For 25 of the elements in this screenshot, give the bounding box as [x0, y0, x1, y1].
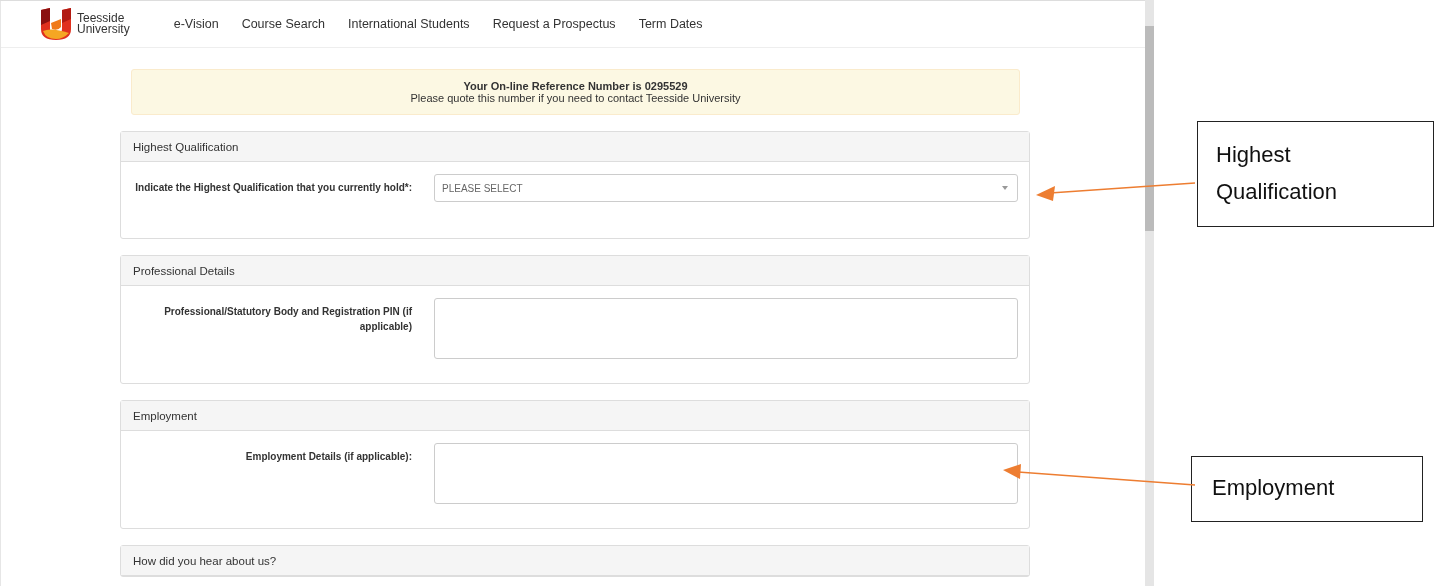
logo-text: Teesside: [77, 13, 125, 24]
select-placeholder: PLEASE SELECT: [442, 182, 523, 194]
nav-link[interactable]: Course Search: [241, 17, 325, 31]
callout-text: Employment: [1212, 474, 1336, 502]
logo-text: University: [77, 24, 130, 35]
qualification-select[interactable]: PLEASE SELECT: [434, 174, 1018, 202]
nav-link[interactable]: International Students: [348, 17, 470, 31]
caret-icon: [1002, 186, 1008, 190]
nav-link[interactable]: e-Vision: [173, 17, 219, 31]
text-area[interactable]: [434, 443, 1018, 504]
panel-title: Highest Qualification: [133, 140, 239, 153]
panel-title: Professional Details: [133, 264, 235, 277]
panel-title: Employment: [133, 409, 197, 422]
callout-text: Highest Qualification: [1216, 141, 1339, 206]
field-label: Professional/Statutory Body and Registration PIN (if applicable): [163, 305, 412, 334]
panel-title: How did you hear about us?: [133, 554, 277, 567]
reference-number: Your On-line Reference Number is 0295529: [463, 80, 688, 92]
text-area[interactable]: [434, 298, 1018, 359]
logo-icon[interactable]: [39, 7, 73, 41]
nav-link[interactable]: Term Dates: [638, 17, 703, 31]
nav-link[interactable]: Request a Prospectus: [492, 17, 616, 31]
field-label: Indicate the Highest Qualification that you currently hold*:: [134, 181, 412, 195]
scrollbar-thumb[interactable]: [1145, 26, 1154, 231]
notice-text: Please quote this number if you need to contact Teesside University: [410, 92, 741, 104]
field-label: Employment Details (if applicable):: [244, 450, 412, 464]
